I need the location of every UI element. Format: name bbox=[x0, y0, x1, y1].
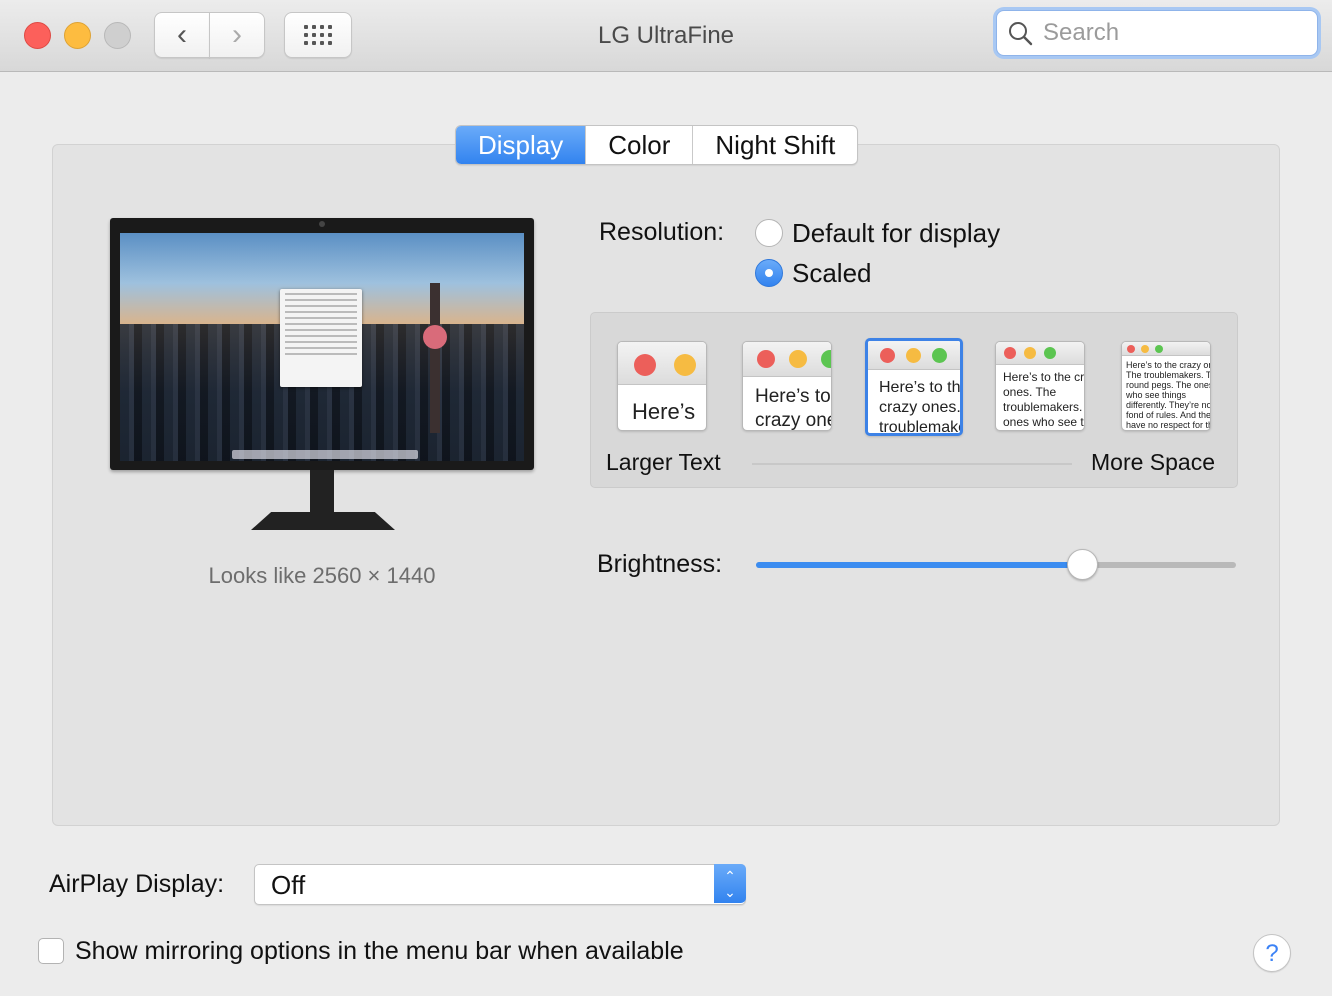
brightness-label: Brightness: bbox=[597, 550, 723, 578]
popup-arrows-icon: ⌃ ⌄ bbox=[714, 864, 746, 903]
scale-option-1[interactable]: Here’s bbox=[617, 341, 707, 431]
radio-scaled[interactable] bbox=[755, 259, 783, 287]
tab-bar: Display Color Night Shift bbox=[455, 125, 859, 165]
scaled-label[interactable]: Scaled bbox=[792, 258, 872, 289]
search-input[interactable] bbox=[1041, 18, 1305, 48]
radio-default-for-display[interactable] bbox=[755, 219, 783, 247]
resolution-label: Resolution: bbox=[599, 218, 725, 246]
tab-color[interactable]: Color bbox=[586, 126, 694, 164]
brightness-slider-fill bbox=[756, 562, 1083, 568]
search-field[interactable] bbox=[996, 10, 1318, 56]
airplay-display-select[interactable]: Off ⌃ ⌄ bbox=[254, 864, 746, 905]
airplay-display-label: AirPlay Display: bbox=[49, 870, 225, 898]
brightness-slider[interactable] bbox=[756, 562, 1236, 568]
scale-option-5-text: Here’s to the crazy ones. The troublemak… bbox=[1126, 360, 1211, 430]
preview-dock bbox=[232, 450, 418, 459]
preview-window bbox=[280, 289, 362, 387]
show-mirroring-checkbox[interactable] bbox=[38, 938, 64, 964]
search-icon bbox=[1009, 22, 1033, 46]
scale-option-3-text: Here’s to the crazy ones. The troublemak… bbox=[879, 379, 961, 434]
looks-like-resolution: Looks like 2560 × 1440 bbox=[208, 563, 436, 588]
monitor-image bbox=[110, 218, 534, 470]
default-for-display-label[interactable]: Default for display bbox=[792, 218, 1000, 249]
scale-option-2-text: Here’s to the crazy ones. The troublemak… bbox=[755, 386, 831, 431]
tab-display[interactable]: Display bbox=[456, 126, 587, 164]
tab-night-shift[interactable]: Night Shift bbox=[693, 126, 857, 164]
help-button[interactable]: ? bbox=[1253, 934, 1291, 972]
brightness-slider-knob[interactable] bbox=[1066, 549, 1098, 580]
desktop-preview bbox=[120, 233, 524, 461]
scale-divider bbox=[752, 463, 1072, 465]
more-space-label: More Space bbox=[1091, 449, 1216, 475]
scale-option-2[interactable]: Here’s to the crazy ones. The troublemak… bbox=[742, 341, 832, 431]
larger-text-label: Larger Text bbox=[606, 449, 721, 475]
airplay-display-value: Off bbox=[271, 870, 306, 900]
monitor-base bbox=[251, 512, 395, 530]
scale-option-1-text: Here’s bbox=[632, 399, 696, 424]
camera-dot bbox=[319, 221, 325, 227]
scale-option-4-text: Here’s to the crazy ones. The troublemak… bbox=[1003, 370, 1085, 429]
show-mirroring-label[interactable]: Show mirroring options in the menu bar w… bbox=[75, 937, 684, 966]
title-bar: ‹ › LG UltraFine bbox=[0, 0, 1332, 72]
scale-option-5[interactable]: Here’s to the crazy ones. The troublemak… bbox=[1121, 341, 1211, 431]
scale-option-3[interactable]: Here’s to the crazy ones. The troublemak… bbox=[865, 338, 963, 436]
scale-option-4[interactable]: Here’s to the crazy ones. The troublemak… bbox=[995, 341, 1085, 431]
